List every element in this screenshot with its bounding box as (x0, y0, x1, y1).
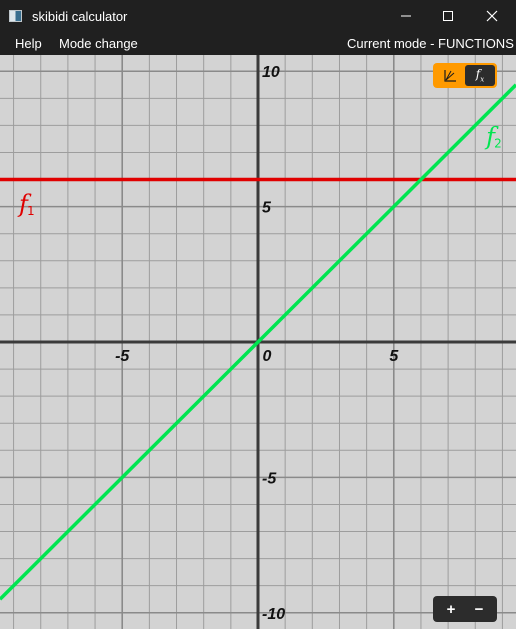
y-tick-label: -5 (262, 470, 277, 487)
minimize-icon (401, 15, 411, 17)
plot-area[interactable]: f1f2 -5 0 5 10 5 -5 -10 fx + − (0, 55, 516, 629)
title-bar: skibidi calculator (0, 0, 516, 32)
series-label-sub-f1: 1 (27, 204, 35, 218)
function-plot[interactable]: f 1f 2 -5 0 5105-5-10 (0, 55, 516, 629)
zoom-out-button[interactable]: − (463, 596, 495, 622)
function-mode-button[interactable]: fx (465, 65, 495, 86)
y-tick-label: 5 (262, 200, 272, 217)
window-title: skibidi calculator (32, 9, 128, 24)
maximize-button[interactable] (426, 0, 470, 32)
app-icon (9, 10, 22, 22)
minimize-button[interactable] (384, 0, 428, 32)
y-tick-label: -10 (262, 606, 285, 623)
series-label-sub-f2: 2 (494, 136, 502, 150)
mode-toggle: fx (433, 63, 497, 88)
zoom-controls: + − (433, 596, 497, 622)
close-icon (486, 10, 498, 22)
menu-bar: Help Mode change Current mode - FUNCTION… (0, 32, 516, 54)
close-button[interactable] (470, 0, 514, 32)
current-mode-label: Current mode - FUNCTIONS (347, 36, 514, 51)
x-tick-label: 5 (389, 348, 399, 365)
x-tick-label: 0 (263, 348, 272, 365)
graph-icon (444, 69, 456, 82)
menu-mode-change[interactable]: Mode change (59, 36, 138, 51)
x-tick-label: -5 (115, 348, 130, 365)
menu-help[interactable]: Help (15, 36, 42, 51)
function-icon-x: x (480, 75, 485, 84)
y-tick-label: 10 (262, 64, 280, 81)
graph-mode-button[interactable] (435, 65, 465, 86)
maximize-icon (443, 11, 453, 21)
function-icon: fx (476, 68, 484, 83)
